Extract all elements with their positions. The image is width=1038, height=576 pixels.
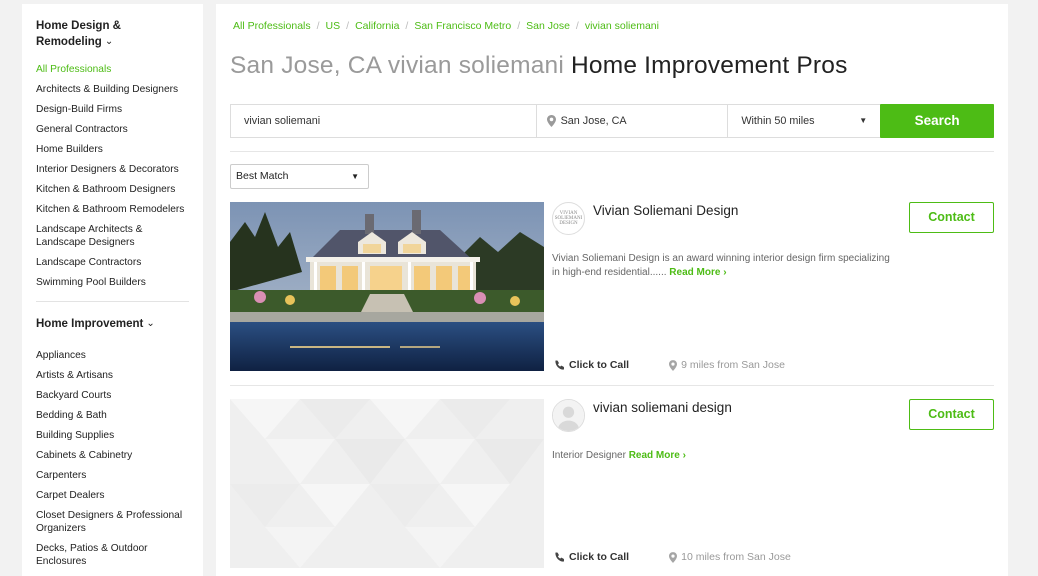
company-description: Interior Designer Read More › — [552, 449, 892, 463]
main-content: All Professionals / US / California / San Fran… — [216, 4, 1008, 576]
radius-select[interactable]: Within 50 miles ▼ — [728, 105, 880, 137]
sidebar-section-home-improvement[interactable]: Home Improvement ⌄ — [36, 316, 189, 333]
map-pin-icon — [669, 359, 678, 371]
distance-info: 10 miles from San Jose — [669, 551, 791, 563]
sidebar-item-general-contractors[interactable]: General Contractors — [36, 123, 189, 136]
click-to-call-button[interactable]: Click to Call — [555, 359, 629, 371]
company-logo-text: VIVIAN SOLIEMANI DESIGN — [554, 211, 583, 226]
company-avatar[interactable] — [552, 399, 585, 432]
sidebar-item-decks-patios[interactable]: Decks, Patios & Outdoor Enclosures — [36, 542, 189, 568]
result-divider — [230, 385, 994, 386]
sidebar-item-carpenters[interactable]: Carpenters — [36, 469, 189, 482]
chevron-down-icon: ⌄ — [146, 318, 155, 329]
company-name[interactable]: vivian soliemani design — [593, 400, 732, 415]
result-card: VIVIAN SOLIEMANI DESIGN Vivian Soliemani… — [230, 202, 994, 372]
sort-select[interactable]: Best Match ▼ — [230, 164, 369, 189]
sidebar-item-interior-designers[interactable]: Interior Designers & Decorators — [36, 163, 189, 176]
dropdown-arrow-icon: ▼ — [859, 116, 868, 125]
sort-value: Best Match — [236, 170, 289, 182]
breadcrumb-california[interactable]: California — [355, 20, 399, 32]
company-name[interactable]: Vivian Soliemani Design — [593, 203, 738, 218]
sidebar-item-pool-builders[interactable]: Swimming Pool Builders — [36, 276, 189, 289]
sidebar-item-architects[interactable]: Architects & Building Designers — [36, 83, 189, 96]
search-bar: vivian soliemani San Jose, CA Within 50 … — [230, 104, 995, 138]
location-value: San Jose, CA — [560, 115, 627, 127]
breadcrumb-us[interactable]: US — [326, 20, 341, 32]
sidebar-list-home-design: All Professionals Architects & Building … — [36, 63, 189, 289]
company-description: Vivian Soliemani Design is an award winn… — [552, 252, 892, 280]
dropdown-arrow-icon: ▼ — [351, 172, 359, 181]
sidebar-item-closet-designers[interactable]: Closet Designers & Professional Organize… — [36, 509, 189, 535]
company-logo[interactable]: VIVIAN SOLIEMANI DESIGN — [552, 202, 585, 235]
sidebar-item-carpet-dealers[interactable]: Carpet Dealers — [36, 489, 189, 502]
map-pin-icon — [669, 551, 678, 563]
sidebar-item-cabinets[interactable]: Cabinets & Cabinetry — [36, 449, 189, 462]
distance-info: 9 miles from San Jose — [669, 359, 785, 371]
sidebar-item-artists[interactable]: Artists & Artisans — [36, 369, 189, 382]
page-title-location: San Jose, CA vivian soliemani — [230, 52, 564, 79]
house-photo-image — [230, 202, 544, 371]
user-silhouette-icon — [553, 400, 584, 431]
breadcrumb-sf-metro[interactable]: San Francisco Metro — [414, 20, 511, 32]
keyword-input[interactable]: vivian soliemani — [231, 105, 537, 137]
project-photo-placeholder[interactable] — [230, 399, 544, 568]
map-pin-icon — [546, 115, 556, 127]
breadcrumb-current[interactable]: vivian soliemani — [585, 20, 659, 32]
contact-button[interactable]: Contact — [909, 399, 994, 430]
page-title: San Jose, CA vivian soliemani Home Impro… — [230, 52, 848, 80]
sidebar-section-title: Home Improvement — [36, 318, 144, 330]
breadcrumb-all-professionals[interactable]: All Professionals — [233, 20, 311, 32]
sidebar-item-backyard-courts[interactable]: Backyard Courts — [36, 389, 189, 402]
sidebar-item-all-professionals[interactable]: All Professionals — [36, 63, 189, 76]
read-more-link[interactable]: Read More › — [669, 267, 726, 278]
page-title-category: Home Improvement Pros — [571, 52, 848, 79]
category-sidebar: Home Design & Remodeling ⌄ All Profession… — [22, 4, 203, 576]
sidebar-item-kitchen-bath-designers[interactable]: Kitchen & Bathroom Designers — [36, 183, 189, 196]
sidebar-section-title-line1: Home Design & — [36, 20, 121, 32]
sidebar-item-kitchen-bath-remodelers[interactable]: Kitchen & Bathroom Remodelers — [36, 203, 189, 216]
sidebar-item-landscape-architects[interactable]: Landscape Architects & Landscape Designe… — [36, 223, 189, 249]
sidebar-divider — [36, 301, 189, 302]
placeholder-pattern-image — [230, 399, 544, 568]
description-text: Interior Designer — [552, 450, 626, 461]
phone-icon — [555, 360, 564, 370]
project-photo[interactable] — [230, 202, 544, 371]
location-input[interactable]: San Jose, CA — [537, 105, 729, 137]
click-to-call-button[interactable]: Click to Call — [555, 551, 629, 563]
distance-text: 9 miles from San Jose — [681, 359, 785, 371]
divider — [230, 151, 994, 152]
click-to-call-label: Click to Call — [569, 551, 630, 563]
search-button[interactable]: Search — [880, 104, 995, 138]
contact-button[interactable]: Contact — [909, 202, 994, 233]
click-to-call-label: Click to Call — [569, 359, 630, 371]
read-more-link[interactable]: Read More › — [629, 450, 686, 461]
sidebar-list-home-improvement: Appliances Artists & Artisans Backyard C… — [36, 349, 189, 568]
radius-value: Within 50 miles — [741, 115, 815, 127]
breadcrumb-san-jose[interactable]: San Jose — [526, 20, 570, 32]
sidebar-item-bedding-bath[interactable]: Bedding & Bath — [36, 409, 189, 422]
chevron-down-icon: ⌄ — [104, 36, 114, 47]
result-card: vivian soliemani design Contact Interior… — [230, 399, 994, 569]
sidebar-section-title-line2: Remodeling — [36, 36, 102, 48]
sidebar-item-design-build[interactable]: Design-Build Firms — [36, 103, 189, 116]
sidebar-section-home-design[interactable]: Home Design & Remodeling ⌄ — [36, 18, 189, 51]
sidebar-item-landscape-contractors[interactable]: Landscape Contractors — [36, 256, 189, 269]
breadcrumb: All Professionals / US / California / San Fran… — [233, 20, 659, 32]
sidebar-item-appliances[interactable]: Appliances — [36, 349, 189, 362]
distance-text: 10 miles from San Jose — [681, 551, 791, 563]
result-footer: Click to Call 10 miles from San Jose — [555, 551, 791, 563]
sidebar-item-home-builders[interactable]: Home Builders — [36, 143, 189, 156]
result-footer: Click to Call 9 miles from San Jose — [555, 359, 785, 371]
sidebar-item-building-supplies[interactable]: Building Supplies — [36, 429, 189, 442]
phone-icon — [555, 552, 564, 562]
